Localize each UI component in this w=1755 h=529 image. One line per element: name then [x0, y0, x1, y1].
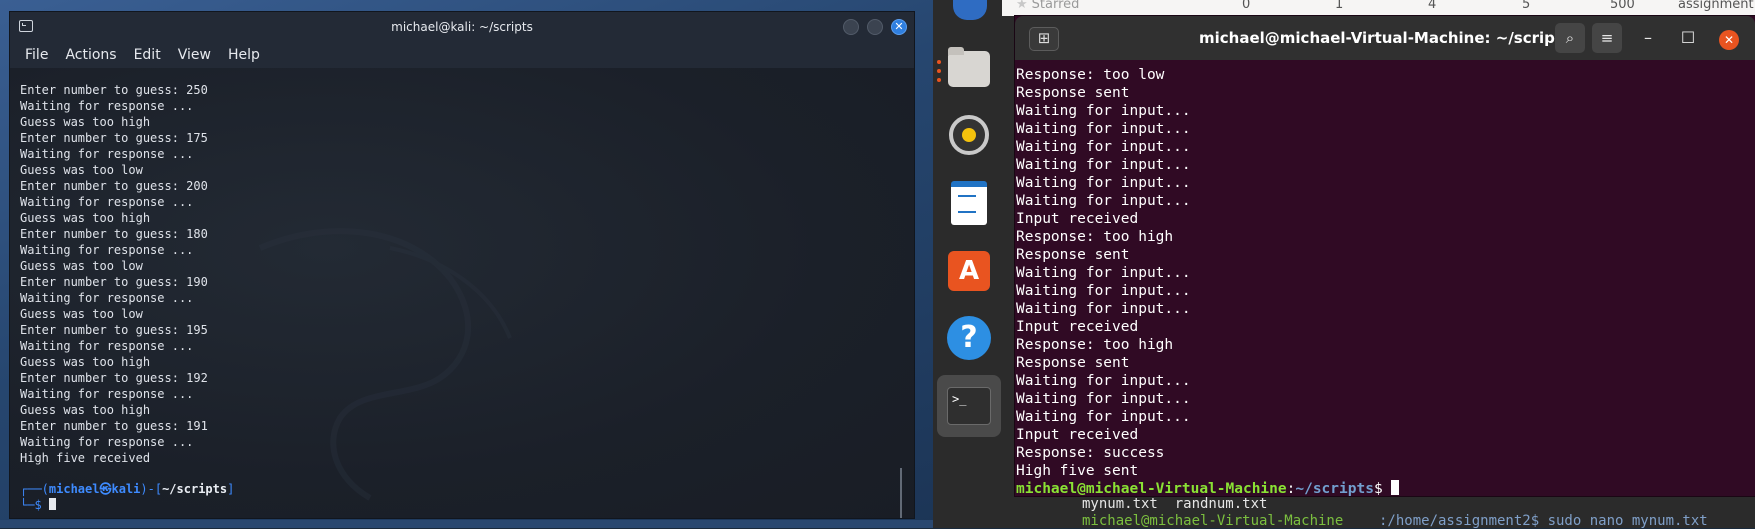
output-line: Guess was too high [20, 115, 151, 129]
dock-files[interactable] [937, 38, 1001, 100]
bg-terminal-line: mynum.txt randnum.txt [1082, 496, 1268, 512]
ubuntu-terminal-window[interactable]: ⊞ michael@michael-Virtual-Machine: ~/scr… [1015, 16, 1755, 496]
background-terminal-partial: mynum.txt randnum.txt michael@michael-Vi… [1002, 496, 1755, 529]
output-line: Waiting for input... [1016, 265, 1191, 281]
output-line: Waiting for input... [1016, 193, 1191, 209]
dock-software-store[interactable]: A [937, 240, 1001, 302]
output-line: Enter number to guess: 250 [20, 83, 208, 97]
prompt-open: ┌──( [20, 482, 49, 496]
prompt-mid: )-[ [140, 482, 163, 496]
ubuntu-terminal-output[interactable]: Response: too low Response sent Waiting fo… [1015, 60, 1755, 496]
kali-terminal-output[interactable]: Enter number to guess: 250 Waiting for re… [10, 68, 914, 518]
prompt-user: michael@michael-Virtual-Machine [1016, 481, 1287, 496]
software-store-icon: A [948, 251, 990, 291]
prompt-path: ~/scripts [1295, 481, 1374, 496]
output-line: Waiting for input... [1016, 391, 1191, 407]
ubuntu-output-lines: Response: too low Response sent Waiting fo… [1016, 66, 1755, 480]
output-line: Guess was too low [20, 163, 143, 177]
column-cell: 0 [1242, 0, 1251, 12]
menu-file[interactable]: File [25, 47, 48, 63]
output-line: Enter number to guess: 200 [20, 179, 208, 193]
prompt-path: ~/scripts [162, 482, 228, 496]
help-icon: ? [947, 316, 991, 360]
hamburger-icon: ≡ [1600, 29, 1614, 47]
output-line: Input received [1016, 211, 1139, 227]
output-line: Response sent [1016, 355, 1130, 371]
bg-terminal-user: michael@michael-Virtual-Machine [1082, 513, 1344, 529]
output-line: Input received [1016, 319, 1139, 335]
output-line: Waiting for input... [1016, 301, 1191, 317]
minimize-button[interactable]: – [1633, 23, 1663, 53]
kali-terminal-window[interactable]: michael@kali: ~/scripts ✕ File Actions E… [9, 11, 915, 519]
text-cursor [48, 498, 56, 510]
output-line: Input received [1016, 427, 1139, 443]
close-button[interactable]: ✕ [1719, 30, 1739, 50]
partial-app-icon[interactable] [953, 0, 987, 20]
bg-terminal-command: :/home/assignment2$ sudo nano mynum.txt [1379, 513, 1708, 529]
menu-edit[interactable]: Edit [134, 47, 161, 63]
prompt-dollar: └─$ [20, 498, 49, 512]
kali-menubar: File Actions Edit View Help [10, 42, 914, 68]
files-icon [948, 47, 990, 87]
kali-scrollbar[interactable] [900, 468, 902, 518]
column-cell: assignment [1678, 0, 1754, 12]
minimize-button[interactable] [843, 19, 859, 35]
star-icon: ★ [1016, 0, 1028, 12]
output-line: Response: success [1016, 445, 1165, 461]
column-cell: 500 [1610, 0, 1635, 12]
output-line: Waiting for input... [1016, 139, 1191, 155]
maximize-button[interactable]: ☐ [1673, 23, 1703, 53]
dock-rhythmbox[interactable] [937, 104, 1001, 166]
prompt-close: ] [227, 482, 235, 496]
column-cell: 5 [1522, 0, 1531, 12]
output-line: Waiting for input... [1016, 283, 1191, 299]
ubuntu-prompt-line[interactable]: michael@michael-Virtual-Machine:~/script… [1016, 480, 1755, 496]
files-window-partial: ★ Starred 0 1 4 5 500 assignment [1002, 0, 1755, 16]
ubuntu-dock: A ? >_ [933, 0, 1002, 528]
output-line: Waiting for input... [1016, 121, 1191, 137]
menu-view[interactable]: View [178, 47, 211, 63]
search-icon: ⌕ [1565, 29, 1575, 47]
sidebar-item-starred[interactable]: ★ Starred [1016, 0, 1079, 12]
column-cell: 1 [1335, 0, 1344, 12]
output-line: Response sent [1016, 85, 1130, 101]
writer-icon [951, 181, 987, 225]
menu-actions[interactable]: Actions [65, 47, 116, 63]
output-line: Response: too high [1016, 229, 1174, 245]
dock-terminal[interactable]: >_ [937, 375, 1001, 437]
output-line: High five sent [1016, 463, 1139, 479]
text-cursor [1391, 480, 1400, 495]
output-line: Waiting for input... [1016, 373, 1191, 389]
output-line: Enter number to guess: 175 [20, 131, 208, 145]
close-button[interactable]: ✕ [891, 19, 907, 35]
output-line: Response: too low [1016, 67, 1165, 83]
starred-label: Starred [1031, 0, 1080, 12]
kali-titlebar[interactable]: michael@kali: ~/scripts ✕ [10, 12, 914, 42]
search-button[interactable]: ⌕ [1555, 23, 1585, 53]
menu-help[interactable]: Help [228, 47, 260, 63]
output-line: Response sent [1016, 247, 1130, 263]
output-line: Waiting for input... [1016, 175, 1191, 191]
dock-help[interactable]: ? [937, 307, 1001, 369]
output-line: Waiting for input... [1016, 157, 1191, 173]
output-line: Waiting for input... [1016, 409, 1191, 425]
maximize-button[interactable] [867, 19, 883, 35]
rhythmbox-icon [949, 115, 989, 155]
output-line: Waiting for response ... [20, 99, 194, 113]
output-line: Waiting for response ... [20, 147, 194, 161]
menu-button[interactable]: ≡ [1592, 23, 1622, 53]
terminal-icon: >_ [947, 387, 991, 425]
prompt-user: michael㉿kali [48, 482, 141, 496]
ubuntu-headerbar[interactable]: ⊞ michael@michael-Virtual-Machine: ~/scr… [1015, 16, 1755, 60]
kali-window-title: michael@kali: ~/scripts [391, 20, 533, 34]
column-cell: 4 [1428, 0, 1437, 12]
kali-taskbar-strip [0, 520, 933, 528]
output-line: Response: too high [1016, 337, 1174, 353]
output-line: Waiting for input... [1016, 103, 1191, 119]
dock-writer[interactable] [937, 172, 1001, 234]
kali-dragon-watermark [258, 228, 512, 501]
prompt-dollar: $ [1373, 481, 1392, 496]
